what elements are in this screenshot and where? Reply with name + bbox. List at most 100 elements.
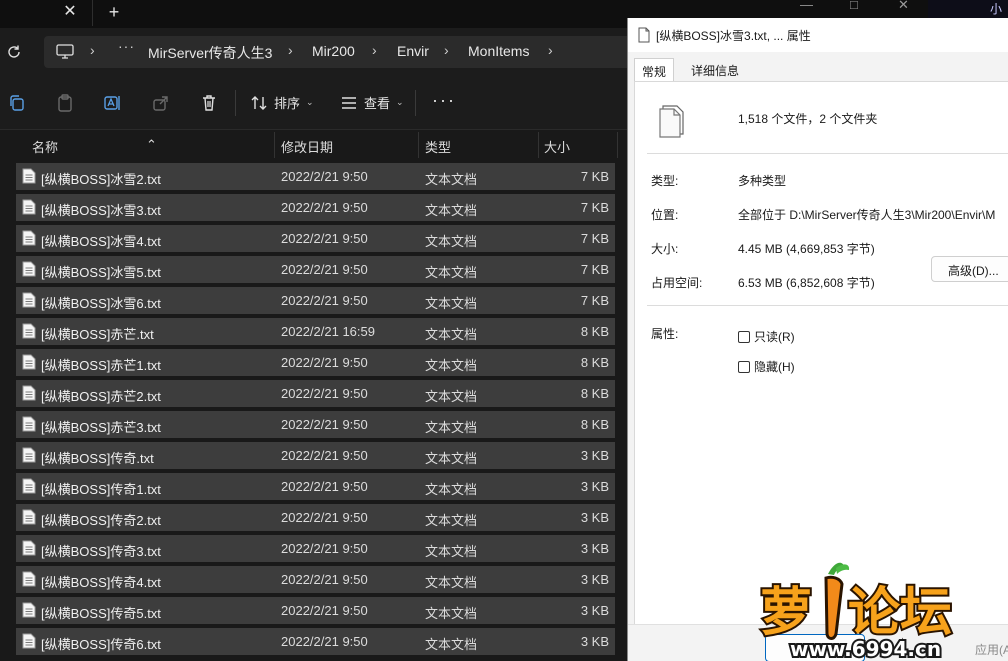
file-name: [纵横BOSS]传奇4.txt [41,575,161,590]
column-divider[interactable] [538,132,539,158]
maximize-icon[interactable]: □ [850,0,858,14]
breadcrumb-chevron[interactable]: › [444,42,449,58]
file-name: [纵横BOSS]赤芒.txt [41,327,154,342]
hidden-checkbox[interactable]: 隐藏(H) [738,358,795,375]
file-type: 文本文档 [425,482,478,497]
file-type: 文本文档 [425,451,478,466]
breadcrumb-chevron[interactable]: › [548,42,553,58]
table-row[interactable]: [纵横BOSS]冰雪6.txt 2022/2/21 9:50 文本文档 7 KB [16,287,615,314]
type-value: 多种类型 [738,174,787,188]
table-row[interactable]: [纵横BOSS]传奇2.txt 2022/2/21 9:50 文本文档 3 KB [16,504,615,531]
chevron-down-icon: ⌄ [396,97,404,107]
column-header-type[interactable]: 类型 [425,137,451,156]
file-date: 2022/2/21 9:50 [281,541,368,556]
table-row[interactable]: [纵横BOSS]冰雪5.txt 2022/2/21 9:50 文本文档 7 KB [16,256,615,283]
column-header-size[interactable]: 大小 [544,137,570,156]
column-divider[interactable] [617,132,618,158]
text-file-icon [22,602,36,618]
share-icon[interactable] [152,94,170,112]
text-file-icon [22,323,36,339]
readonly-checkbox[interactable]: 只读(R) [738,328,795,345]
tab-general[interactable]: 常规 [634,58,675,83]
view-label: 查看 [364,96,391,111]
table-row[interactable]: [纵横BOSS]传奇5.txt 2022/2/21 9:50 文本文档 3 KB [16,597,615,624]
file-date: 2022/2/21 9:50 [281,572,368,587]
file-size: 8 KB [580,324,609,339]
table-row[interactable]: [纵横BOSS]赤芒.txt 2022/2/21 16:59 文本文档 8 KB [16,318,615,345]
sort-icon [251,95,267,110]
refresh-icon[interactable] [6,44,22,60]
column-divider[interactable] [274,132,275,158]
table-row[interactable]: [纵横BOSS]冰雪3.txt 2022/2/21 9:50 文本文档 7 KB [16,194,615,221]
breadcrumb-chevron[interactable]: › [90,42,95,58]
view-button[interactable]: 查看 ⌄ [340,93,404,112]
dialog-title: [纵横BOSS]冰雪3.txt, ... 属性 [656,29,811,43]
watermark-url: www.6994.cn [790,637,941,661]
file-size: 7 KB [580,293,609,308]
file-name: [纵横BOSS]传奇2.txt [41,513,161,528]
watermark-title-right: 论坛 [848,583,952,643]
command-bar: 排序 ⌄ 查看 ⌄ ··· [0,78,630,130]
column-header-name[interactable]: 名称 [32,137,58,156]
file-type: 文本文档 [425,172,478,187]
sort-button[interactable]: 排序 ⌄ [250,93,314,112]
tab-divider [92,0,93,26]
breadcrumb-monitems[interactable]: MonItems [468,43,529,59]
file-name: [纵横BOSS]传奇.txt [41,451,154,466]
breadcrumb-envir[interactable]: Envir [397,43,429,59]
column-header-date[interactable]: 修改日期 [281,137,333,156]
table-row[interactable]: [纵横BOSS]传奇.txt 2022/2/21 9:50 文本文档 3 KB [16,442,615,469]
text-file-icon [22,261,36,277]
file-list: ⌃ 名称 修改日期 类型 大小 [纵横BOSS]冰雪2.txt 2022/2/21… [0,130,630,661]
table-row[interactable]: [纵横BOSS]冰雪4.txt 2022/2/21 9:50 文本文档 7 KB [16,225,615,252]
close-tab-icon[interactable]: ✕ [60,2,80,22]
paste-icon[interactable] [56,94,74,112]
rename-icon[interactable] [104,94,122,112]
sort-up-icon: ⌃ [146,137,157,152]
type-label: 类型: [651,174,679,188]
new-tab-icon[interactable]: + [104,2,124,22]
table-row[interactable]: [纵横BOSS]传奇4.txt 2022/2/21 9:50 文本文档 3 KB [16,566,615,593]
file-type: 文本文档 [425,513,478,528]
breadcrumb-mirserver[interactable]: MirServer传奇人生3 [148,43,272,63]
size-value: 4.45 MB (4,669,853 字节) [738,242,875,256]
table-row[interactable]: [纵横BOSS]冰雪2.txt 2022/2/21 9:50 文本文档 7 KB [16,163,615,190]
copy-icon[interactable] [8,94,26,112]
general-panel: 1,518 个文件，2 个文件夹 类型: 多种类型 位置: 全部位于 D:\Mi… [634,81,1008,641]
column-divider[interactable] [418,132,419,158]
address-bar[interactable]: › ··· MirServer传奇人生3 › Mir200 › Envir › … [44,36,634,68]
file-name: [纵横BOSS]传奇3.txt [41,544,161,559]
file-name: [纵横BOSS]传奇6.txt [41,637,161,652]
file-size: 3 KB [580,479,609,494]
file-size: 3 KB [580,541,609,556]
dialog-titlebar[interactable]: [纵横BOSS]冰雪3.txt, ... 属性 [628,18,1008,52]
more-options-button[interactable]: ··· [432,90,456,111]
file-name: [纵横BOSS]冰雪2.txt [41,172,161,187]
file-name: [纵横BOSS]赤芒3.txt [41,420,161,435]
table-row[interactable]: [纵横BOSS]传奇6.txt 2022/2/21 9:50 文本文档 3 KB [16,628,615,655]
breadcrumb-overflow[interactable]: ··· [118,38,135,54]
attributes-label: 属性: [651,327,679,341]
divider [647,153,1008,154]
tab-details[interactable]: 详细信息 [684,58,746,82]
table-row[interactable]: [纵横BOSS]赤芒3.txt 2022/2/21 9:50 文本文档 8 KB [16,411,615,438]
advanced-button[interactable]: 高级(D)... [931,256,1008,282]
computer-icon [56,44,74,59]
multiple-files-icon [638,27,650,43]
file-type: 文本文档 [425,296,478,311]
breadcrumb-chevron[interactable]: › [372,42,377,58]
checkbox-box[interactable] [738,330,750,343]
breadcrumb-mir200[interactable]: Mir200 [312,43,355,59]
delete-icon[interactable] [200,94,218,112]
breadcrumb-chevron[interactable]: › [288,42,293,58]
divider [647,305,1008,306]
minimize-icon[interactable]: — [800,0,813,14]
file-type: 文本文档 [425,203,478,218]
checkbox-box[interactable] [738,360,750,373]
table-row[interactable]: [纵横BOSS]赤芒1.txt 2022/2/21 9:50 文本文档 8 KB [16,349,615,376]
close-window-icon[interactable]: ✕ [898,0,909,14]
table-row[interactable]: [纵横BOSS]赤芒2.txt 2022/2/21 9:50 文本文档 8 KB [16,380,615,407]
table-row[interactable]: [纵横BOSS]传奇3.txt 2022/2/21 9:50 文本文档 3 KB [16,535,615,562]
table-row[interactable]: [纵横BOSS]传奇1.txt 2022/2/21 9:50 文本文档 3 KB [16,473,615,500]
file-size: 3 KB [580,572,609,587]
